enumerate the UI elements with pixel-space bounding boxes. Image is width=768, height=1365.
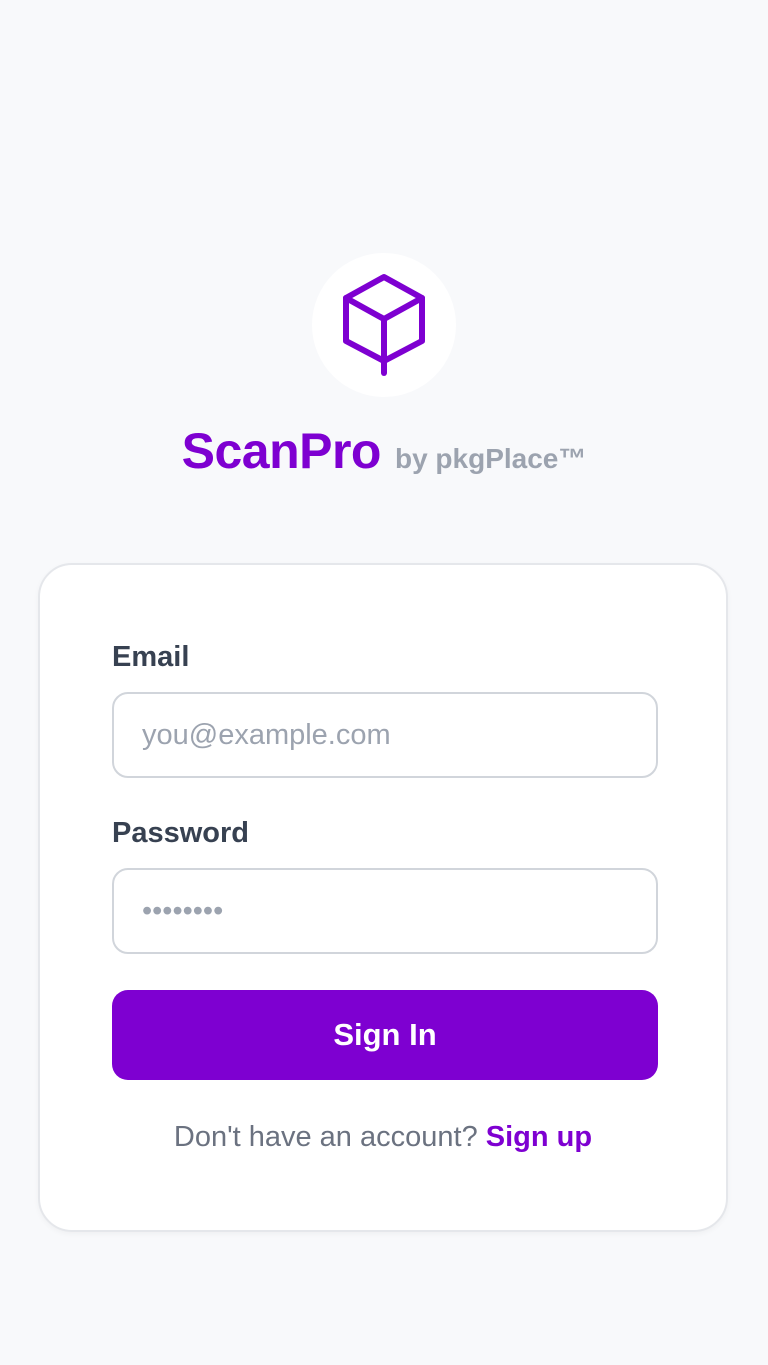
brand-byline: by pkgPlace™ xyxy=(394,443,587,474)
sign-up-link[interactable]: Sign up xyxy=(486,1121,592,1153)
login-card: Email Password Sign In Don't have an acc… xyxy=(38,563,728,1232)
password-field[interactable] xyxy=(112,868,658,954)
password-label: Password xyxy=(112,817,249,849)
signup-prompt-text: Don't have an account? xyxy=(173,1121,478,1153)
logo-badge xyxy=(312,253,456,397)
login-screen: ScanPro by pkgPlace™ Email Password Sign… xyxy=(0,0,768,1365)
brand-header: ScanPro by pkgPlace™ xyxy=(0,422,768,480)
email-field[interactable] xyxy=(112,692,658,778)
sign-in-button[interactable]: Sign In xyxy=(112,990,658,1080)
email-label: Email xyxy=(112,641,190,673)
signup-prompt: Don't have an account? Sign up xyxy=(40,1121,726,1154)
package-box-icon xyxy=(343,274,425,376)
brand-name: ScanPro xyxy=(181,423,382,479)
